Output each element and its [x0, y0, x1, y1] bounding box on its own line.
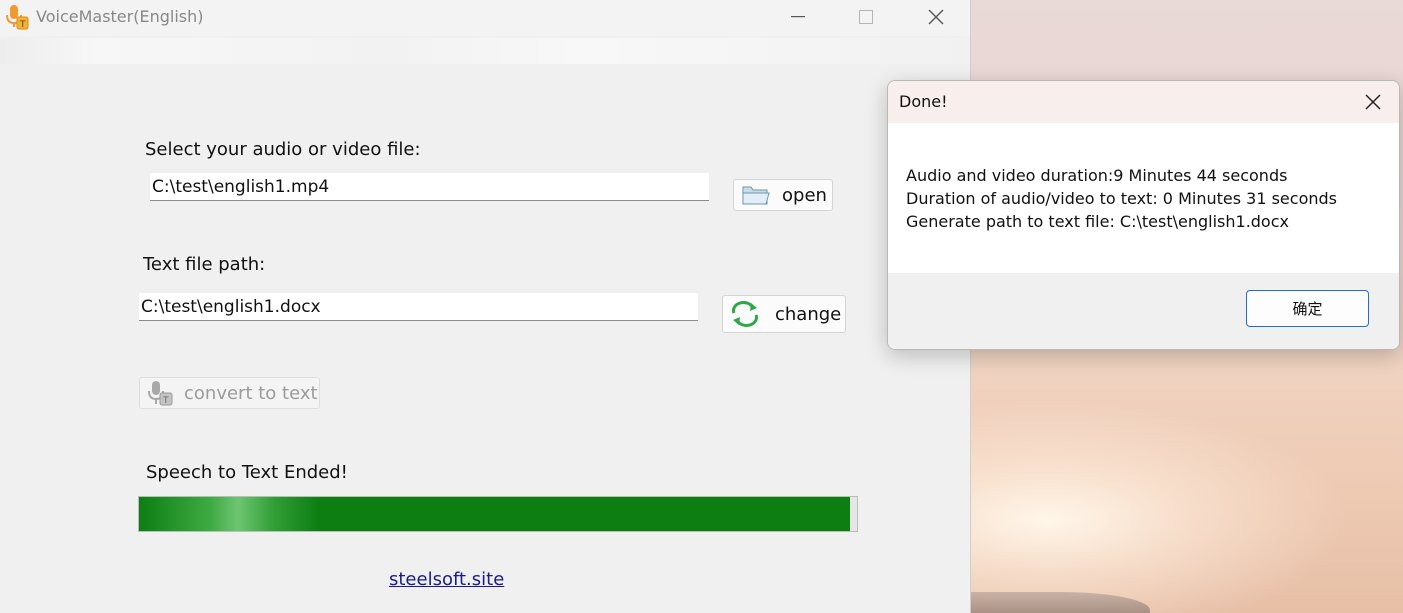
website-link[interactable]: steelsoft.site	[389, 569, 504, 590]
change-button[interactable]: change	[722, 295, 846, 333]
microphone-text-icon: T	[142, 379, 178, 407]
folder-icon	[736, 183, 776, 207]
convert-button-label: convert to text	[184, 382, 318, 404]
minimize-icon	[791, 16, 805, 18]
progress-bar	[138, 496, 858, 532]
close-icon	[928, 9, 944, 25]
message-line: Audio and video duration:9 Minutes 44 se…	[906, 166, 1288, 185]
text-path-label: Text file path:	[143, 254, 266, 275]
minimize-button[interactable]	[768, 0, 828, 34]
dialog-title: Done!	[899, 92, 948, 111]
toolbar-band	[0, 38, 970, 64]
dialog-title-bar: Done!	[888, 81, 1399, 123]
maximize-button[interactable]	[836, 0, 896, 34]
open-button-label: open	[782, 184, 827, 206]
dialog-message: Audio and video duration:9 Minutes 44 se…	[888, 123, 1399, 273]
close-icon	[1365, 94, 1381, 110]
refresh-arrows-icon	[725, 301, 765, 327]
change-button-label: change	[775, 303, 842, 325]
desktop-wallpaper-glow	[970, 380, 1400, 613]
message-line: Generate path to text file: C:\test\engl…	[906, 212, 1289, 231]
microphone-app-icon: T	[3, 4, 29, 30]
progress-bar-shine	[139, 497, 319, 531]
input-file-path-field[interactable]: C:\test\english1.mp4	[150, 173, 709, 201]
convert-to-text-button[interactable]: T convert to text	[139, 377, 320, 409]
done-dialog: Done! Audio and video duration:9 Minutes…	[887, 80, 1400, 350]
main-window: T VoiceMaster(English) Select your audio…	[0, 0, 971, 613]
title-bar: T VoiceMaster(English)	[0, 0, 970, 36]
progress-bar-fill	[139, 497, 850, 531]
svg-text:T: T	[19, 20, 26, 30]
dialog-close-button[interactable]	[1347, 81, 1399, 123]
maximize-icon	[859, 10, 873, 24]
dialog-footer: 确定	[888, 273, 1399, 349]
svg-text:T: T	[162, 396, 169, 406]
message-line: Duration of audio/video to text: 0 Minut…	[906, 189, 1337, 208]
status-text: Speech to Text Ended!	[146, 462, 348, 483]
select-file-label: Select your audio or video file:	[145, 139, 421, 160]
window-title: VoiceMaster(English)	[36, 7, 204, 26]
window-close-button[interactable]	[906, 0, 966, 34]
open-button[interactable]: open	[733, 179, 833, 211]
output-file-path-field[interactable]: C:\test\english1.docx	[139, 293, 698, 321]
ok-button[interactable]: 确定	[1246, 290, 1369, 327]
